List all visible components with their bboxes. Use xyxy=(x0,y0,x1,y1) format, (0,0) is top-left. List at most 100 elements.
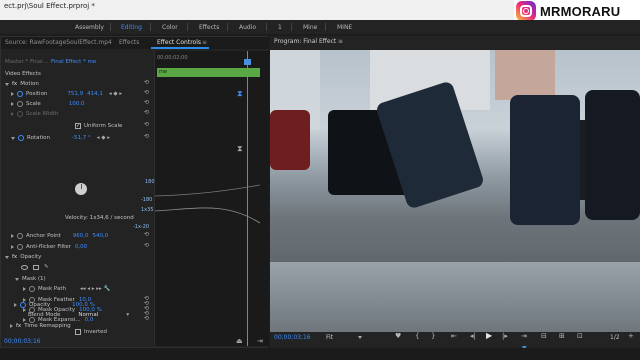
export-icon[interactable]: ⇥ xyxy=(257,337,263,345)
master-clip-label[interactable]: Master * Final... xyxy=(5,59,48,65)
rotation-row[interactable]: Rotation -51,7 ° ◂ ◆ ▸ xyxy=(11,133,164,143)
stopwatch-icon[interactable] xyxy=(17,101,23,107)
workspace-audio[interactable]: Audio xyxy=(239,24,256,31)
ellipse-mask-icon[interactable] xyxy=(21,264,28,270)
mask-path-row[interactable]: Mask Path ◂◂ ◂ ▸ ▸▸ 🔧 xyxy=(23,284,176,294)
window-title: ect.prj\Soul Effect.prproj * xyxy=(4,2,95,10)
scale-value[interactable]: 100,0 xyxy=(69,101,85,107)
mark-in-icon[interactable]: { xyxy=(415,332,419,340)
stopwatch-icon[interactable] xyxy=(17,244,23,250)
reset-icon[interactable]: ⟲ xyxy=(144,242,149,249)
panel-tabs: Source: RawFootageSoulEffect.mp4 Effects… xyxy=(1,37,269,49)
time-remapping-row[interactable]: fx Time Remapping xyxy=(10,321,163,331)
rectangle-mask-icon[interactable] xyxy=(33,264,39,270)
fx-icon[interactable]: fx xyxy=(12,81,17,87)
fx-icon[interactable]: fx xyxy=(12,254,17,260)
position-y-value[interactable]: 414,1 xyxy=(87,91,103,97)
blend-mode-select[interactable]: Normal xyxy=(78,312,98,318)
uniform-scale-row[interactable]: ✓ Uniform Scale xyxy=(75,121,228,131)
reset-icon[interactable]: ⟲ xyxy=(144,121,149,128)
step-forward-icon[interactable]: |▸ xyxy=(502,332,508,340)
go-to-out-icon[interactable]: ⇥ xyxy=(521,332,527,340)
timeline-clip[interactable]: me xyxy=(157,68,260,77)
monitor-menu-icon[interactable]: ≡ xyxy=(338,38,343,45)
stopwatch-icon[interactable] xyxy=(20,302,26,308)
reset-icon[interactable]: ⟲ xyxy=(144,300,149,307)
workspace-1[interactable]: 1 xyxy=(278,24,282,31)
lift-icon[interactable]: ⊟ xyxy=(541,332,547,340)
stopwatch-icon[interactable] xyxy=(17,91,23,97)
expand-icon[interactable] xyxy=(11,102,14,106)
stopwatch-icon[interactable] xyxy=(17,233,23,239)
sequence-clip-label[interactable]: Final Effect * me xyxy=(51,59,96,65)
reset-icon[interactable]: ⟲ xyxy=(144,133,149,140)
mask-tools-row[interactable]: ✎ xyxy=(21,262,174,272)
fx-icon[interactable]: fx xyxy=(16,323,21,329)
program-timecode[interactable]: 00;00;03;16 xyxy=(274,334,311,341)
anchor-point-row[interactable]: Anchor Point 960,0 540,0 xyxy=(11,231,164,241)
watermark-badge: MRMORARU xyxy=(514,0,640,22)
chevron-down-icon[interactable]: ▾ xyxy=(126,312,129,318)
workspace-mine-caps[interactable]: MINE xyxy=(337,24,352,31)
stopwatch-icon[interactable] xyxy=(18,135,24,141)
effect-controls-timecode[interactable]: 00;00;03;16 xyxy=(4,338,41,345)
keyframe-nav-icon[interactable]: ◂ ◆ ▸ xyxy=(109,91,122,97)
watermark-handle: MRMORARU xyxy=(540,3,621,19)
antiflicker-row[interactable]: Anti-flicker Filter 0,00 xyxy=(11,242,164,252)
workspace-assembly[interactable]: Assembly xyxy=(75,24,104,31)
step-back-icon[interactable]: ◂| xyxy=(470,332,476,340)
expand-icon[interactable] xyxy=(11,92,14,96)
export-frame-icon[interactable]: ⊡ xyxy=(577,332,583,340)
motion-row[interactable]: fx Motion xyxy=(5,79,158,89)
chevron-down-icon[interactable] xyxy=(358,336,362,339)
timeline-clip-label: me xyxy=(159,69,167,75)
position-row[interactable]: Position 751,9 414,1 ◂ ◆ ▸ xyxy=(11,89,164,99)
tab-source[interactable]: Source: RawFootageSoulEffect.mp4 xyxy=(5,39,112,46)
marker-icon[interactable]: ♥ xyxy=(395,332,401,340)
collapse-icon[interactable] xyxy=(5,82,9,86)
position-x-value[interactable]: 751,9 xyxy=(67,91,83,97)
extract-icon[interactable]: ⊞ xyxy=(559,332,565,340)
workspace-color[interactable]: Color xyxy=(162,24,178,31)
go-to-in-icon[interactable]: ⇤ xyxy=(451,332,457,340)
graph-mid-label: -180 xyxy=(141,197,153,203)
reset-icon[interactable]: ⟲ xyxy=(144,231,149,238)
filter-icon[interactable]: ⏏ xyxy=(236,337,243,345)
reset-icon[interactable]: ⟲ xyxy=(144,79,149,86)
scale-row[interactable]: Scale 100,0 xyxy=(11,99,164,109)
keyframe-nav-icon[interactable]: ◂ ◆ ▸ xyxy=(97,135,110,141)
pen-mask-icon[interactable]: ✎ xyxy=(44,264,49,270)
graph-top-label: 180 xyxy=(145,179,155,185)
workspace-effects[interactable]: Effects xyxy=(199,24,219,31)
reset-icon[interactable]: ⟲ xyxy=(144,310,149,317)
panel-menu-icon[interactable]: ≡ xyxy=(202,39,207,46)
reset-icon[interactable]: ⟲ xyxy=(144,109,149,116)
collapse-icon[interactable] xyxy=(11,136,15,140)
video-frame[interactable] xyxy=(270,50,640,332)
keyframe-icon[interactable]: ⧗ xyxy=(237,144,243,154)
reset-icon[interactable]: ⟲ xyxy=(144,89,149,96)
keyframe-icon[interactable]: ⧗ xyxy=(237,89,243,99)
blend-mode-row[interactable]: Blend Mode Normal ▾ xyxy=(28,310,181,320)
opacity-section[interactable]: fx Opacity xyxy=(5,252,158,262)
play-icon[interactable]: ▶ xyxy=(486,331,492,340)
mark-out-icon[interactable]: } xyxy=(431,332,435,340)
rotation-dial[interactable] xyxy=(75,183,87,195)
tab-effect-controls[interactable]: Effect Controls xyxy=(157,39,201,46)
zoom-fit-select[interactable]: Fit xyxy=(326,334,333,341)
resolution-select[interactable]: 1/2 xyxy=(610,334,620,341)
workspace-mine[interactable]: Mine xyxy=(303,24,317,31)
program-monitor-tab[interactable]: Program: Final Effect xyxy=(274,38,336,45)
uniform-scale-checkbox[interactable]: ✓ xyxy=(75,123,81,129)
rotation-value[interactable]: -51,7 ° xyxy=(72,135,91,141)
tab-effects[interactable]: Effects xyxy=(119,39,139,46)
person xyxy=(585,90,640,220)
workspace-editing[interactable]: Editing xyxy=(121,24,142,31)
mask-track-controls[interactable]: ◂◂ ◂ ▸ ▸▸ 🔧 xyxy=(80,286,110,292)
mask-row[interactable]: Mask (1) xyxy=(15,274,168,284)
add-button-icon[interactable]: + xyxy=(628,332,634,340)
program-monitor: Program: Final Effect ≡ 00;00;03;16 Fit … xyxy=(270,36,640,357)
reset-icon[interactable]: ⟲ xyxy=(144,99,149,106)
video-effects-heading: Video Effects xyxy=(5,71,41,77)
stopwatch-icon[interactable] xyxy=(29,286,35,292)
